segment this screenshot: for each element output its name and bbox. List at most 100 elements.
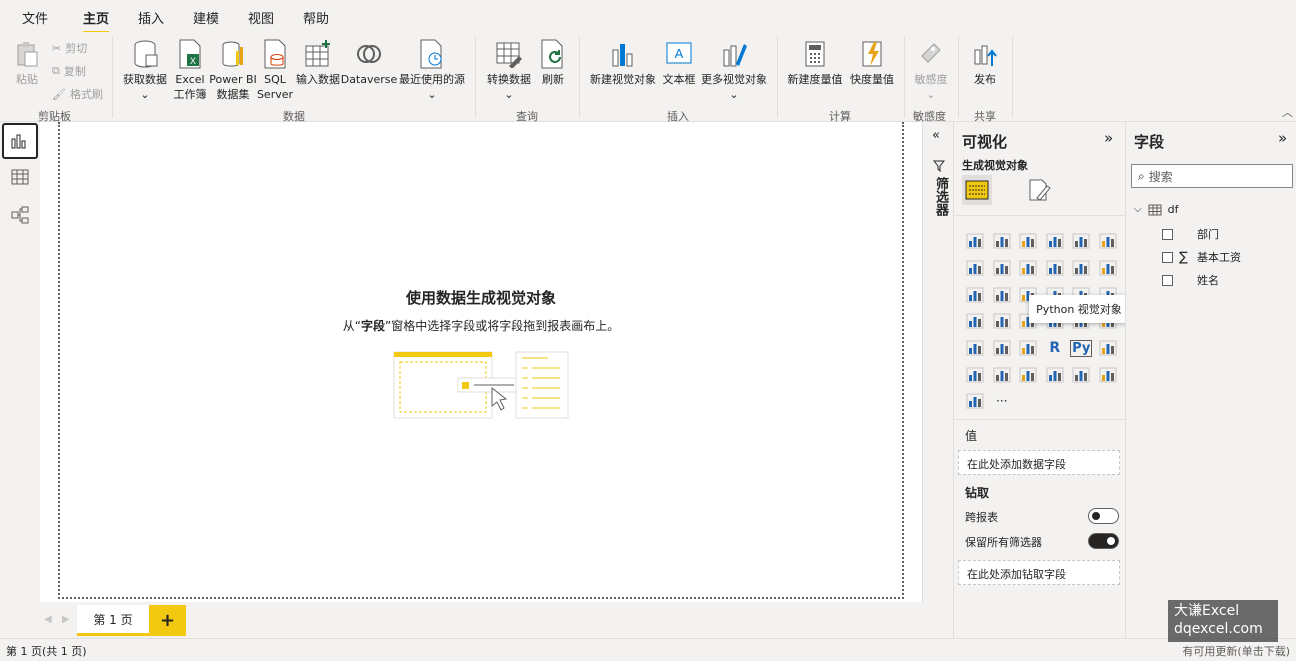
- get-data-button[interactable]: 获取数据 ⌄: [120, 38, 170, 102]
- area-icon[interactable]: [989, 255, 1016, 282]
- qa-icon[interactable]: [989, 361, 1016, 388]
- table-icon[interactable]: [989, 335, 1016, 362]
- refresh-button[interactable]: 刷新: [536, 38, 570, 87]
- stacked-bar-icon[interactable]: [962, 228, 989, 255]
- tab-view[interactable]: 视图: [248, 8, 274, 27]
- new-visual-button[interactable]: 新建视觉对象: [586, 38, 660, 87]
- fields-search[interactable]: ⌕ 搜索: [1131, 164, 1293, 188]
- collapse-ribbon-icon[interactable]: ︿: [1282, 104, 1293, 120]
- power-automate-icon[interactable]: [1095, 361, 1122, 388]
- line-column-icon[interactable]: [1042, 255, 1069, 282]
- add-page-button[interactable]: +: [149, 605, 186, 636]
- smart-narrative-icon[interactable]: [1015, 361, 1042, 388]
- tab-help[interactable]: 帮助: [303, 8, 329, 27]
- sql-label-2: Server: [256, 88, 294, 101]
- textbox-button[interactable]: A 文本框: [660, 38, 698, 87]
- visual-glyph: [1046, 367, 1064, 383]
- expand-filters-icon[interactable]: «: [932, 128, 940, 143]
- paste-icon: [12, 38, 42, 70]
- next-page-icon[interactable]: ▶: [62, 614, 70, 625]
- powerbi-label-2: 数据集: [216, 88, 250, 101]
- values-well[interactable]: 在此处添加数据字段: [958, 450, 1120, 475]
- report-canvas[interactable]: 使用数据生成视觉对象 从“字段”窗格中选择字段或将字段拖到报表画布上。: [58, 122, 904, 599]
- r-visual-icon[interactable]: R: [1042, 335, 1069, 362]
- cut-button[interactable]: ✂ 剪切: [52, 40, 87, 56]
- sql-server-button[interactable]: SQL Server: [256, 38, 294, 102]
- recent-sources-button[interactable]: 最近使用的源 ⌄: [396, 38, 468, 102]
- clustered-bar-icon[interactable]: [1015, 228, 1042, 255]
- more-visuals-button[interactable]: 更多视觉对象 ⌄: [698, 38, 770, 102]
- cross-report-toggle[interactable]: [1088, 508, 1119, 524]
- field-item[interactable]: ∑ 基本工资: [1162, 249, 1241, 265]
- tab-modeling[interactable]: 建模: [193, 8, 219, 27]
- table-icon: [11, 169, 29, 185]
- decomposition-tree-icon[interactable]: [962, 361, 989, 388]
- field-item[interactable]: 部门: [1162, 226, 1219, 242]
- tab-file[interactable]: 文件: [22, 8, 48, 27]
- ribbon-icon[interactable]: [1095, 255, 1122, 282]
- format-visual-tab[interactable]: [1024, 175, 1054, 205]
- quick-measure-button[interactable]: 快度量值: [846, 38, 898, 87]
- dataset-icon: [218, 38, 248, 70]
- build-visual-tab[interactable]: [962, 175, 992, 205]
- prev-page-icon[interactable]: ◀: [44, 614, 52, 625]
- power-apps-icon[interactable]: [1068, 361, 1095, 388]
- matrix-icon[interactable]: [1015, 335, 1042, 362]
- collapse-fields-icon[interactable]: »: [1278, 129, 1287, 147]
- publish-button[interactable]: 发布: [966, 38, 1004, 87]
- page-tab-1[interactable]: 第 1 页: [77, 605, 149, 636]
- svg-text:X: X: [190, 56, 196, 66]
- waterfall-icon[interactable]: [962, 281, 989, 308]
- separator: [475, 36, 476, 118]
- get-more-icon[interactable]: [962, 388, 989, 415]
- powerbi-dataset-button[interactable]: Power BI 数据集: [208, 38, 258, 102]
- tab-home[interactable]: 主页: [83, 8, 110, 33]
- keep-filters-toggle[interactable]: [1088, 533, 1119, 549]
- stacked-column-icon[interactable]: [989, 228, 1016, 255]
- table-icon: [1148, 204, 1162, 215]
- svg-text:A: A: [675, 46, 684, 61]
- python-visual-icon[interactable]: Py: [1068, 335, 1095, 362]
- paste-label: 粘贴: [16, 73, 38, 86]
- dataverse-button[interactable]: Dataverse: [341, 38, 397, 87]
- 100-column-icon[interactable]: [1095, 228, 1122, 255]
- report-view-button[interactable]: [2, 123, 38, 159]
- clustered-column-icon[interactable]: [1042, 228, 1069, 255]
- line-icon[interactable]: [962, 255, 989, 282]
- drill-well[interactable]: 在此处添加钻取字段: [958, 560, 1120, 585]
- recent-label: 最近使用的源: [399, 73, 465, 86]
- field-item[interactable]: 姓名: [1162, 272, 1219, 288]
- 100-bar-icon[interactable]: [1068, 228, 1095, 255]
- tab-insert[interactable]: 插入: [138, 8, 164, 27]
- model-view-button[interactable]: [2, 197, 38, 233]
- paginated-icon[interactable]: [1042, 361, 1069, 388]
- line-clustered-icon[interactable]: [1068, 255, 1095, 282]
- powerbi-label-1: Power BI: [209, 73, 257, 86]
- update-status[interactable]: 有可用更新(单击下载): [1182, 643, 1290, 659]
- format-painter-button[interactable]: 🖌 格式刷: [52, 86, 103, 102]
- field-checkbox[interactable]: [1162, 274, 1173, 286]
- field-checkbox[interactable]: [1162, 251, 1173, 263]
- subtitle-prefix: 从“: [342, 319, 361, 333]
- table-df[interactable]: ⌵ df: [1134, 203, 1178, 216]
- collapse-viz-icon[interactable]: »: [1104, 129, 1113, 147]
- filters-pane[interactable]: « 筛选器: [922, 122, 953, 603]
- paste-button[interactable]: 粘贴: [10, 38, 44, 87]
- field-checkbox[interactable]: [1162, 228, 1173, 240]
- copy-button[interactable]: ⧉ 复制: [52, 63, 86, 79]
- new-measure-button[interactable]: 新建度量值: [784, 38, 846, 87]
- key-influencers-icon[interactable]: [1095, 335, 1122, 362]
- transform-data-button[interactable]: 转换数据 ⌄: [484, 38, 534, 102]
- excel-workbook-button[interactable]: X Excel 工作簿: [170, 38, 210, 102]
- map-icon[interactable]: [962, 308, 989, 335]
- stacked-area-icon[interactable]: [1015, 255, 1042, 282]
- filled-map-icon[interactable]: [989, 308, 1016, 335]
- slicer-icon[interactable]: [962, 335, 989, 362]
- more-icon[interactable]: ···: [989, 388, 1016, 415]
- sensitivity-button[interactable]: 敏感度 ⌄: [910, 38, 952, 102]
- py-label: Py: [1070, 339, 1093, 357]
- enter-data-button[interactable]: 输入数据: [294, 38, 342, 87]
- data-view-button[interactable]: [2, 159, 38, 195]
- funnel-icon[interactable]: [989, 281, 1016, 308]
- transform-label: 转换数据: [487, 73, 531, 86]
